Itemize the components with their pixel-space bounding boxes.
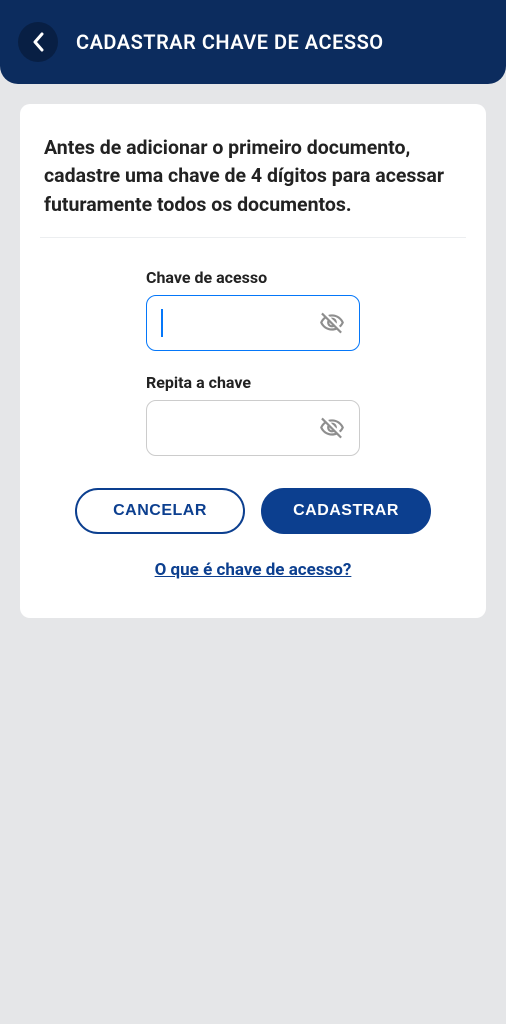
repeat-key-field-group: Repita a chave bbox=[146, 373, 360, 456]
divider bbox=[40, 237, 466, 238]
form-card: Antes de adicionar o primeiro documento,… bbox=[20, 104, 486, 618]
eye-off-icon bbox=[319, 415, 345, 441]
page-title: CADASTRAR CHAVE DE ACESSO bbox=[76, 30, 384, 54]
chevron-left-icon bbox=[31, 32, 45, 52]
back-button[interactable] bbox=[18, 22, 58, 62]
cancel-button[interactable]: CANCELAR bbox=[75, 488, 245, 534]
repeat-key-input-wrap[interactable] bbox=[146, 400, 360, 456]
eye-off-icon bbox=[319, 310, 345, 336]
form: Chave de acesso Repita a chave bbox=[44, 268, 462, 580]
access-key-label: Chave de acesso bbox=[146, 268, 360, 287]
access-key-field-group: Chave de acesso bbox=[146, 268, 360, 351]
instructions-text: Antes de adicionar o primeiro documento,… bbox=[44, 134, 462, 219]
header: CADASTRAR CHAVE DE ACESSO bbox=[0, 0, 506, 84]
repeat-key-input[interactable] bbox=[161, 401, 309, 455]
button-row: CANCELAR CADASTRAR bbox=[75, 488, 431, 534]
submit-button[interactable]: CADASTRAR bbox=[261, 488, 431, 534]
repeat-key-label: Repita a chave bbox=[146, 373, 360, 392]
toggle-visibility-button[interactable] bbox=[315, 411, 349, 445]
toggle-visibility-button[interactable] bbox=[315, 306, 349, 340]
access-key-input-wrap[interactable] bbox=[146, 295, 360, 351]
help-link[interactable]: O que é chave de acesso? bbox=[155, 560, 352, 580]
